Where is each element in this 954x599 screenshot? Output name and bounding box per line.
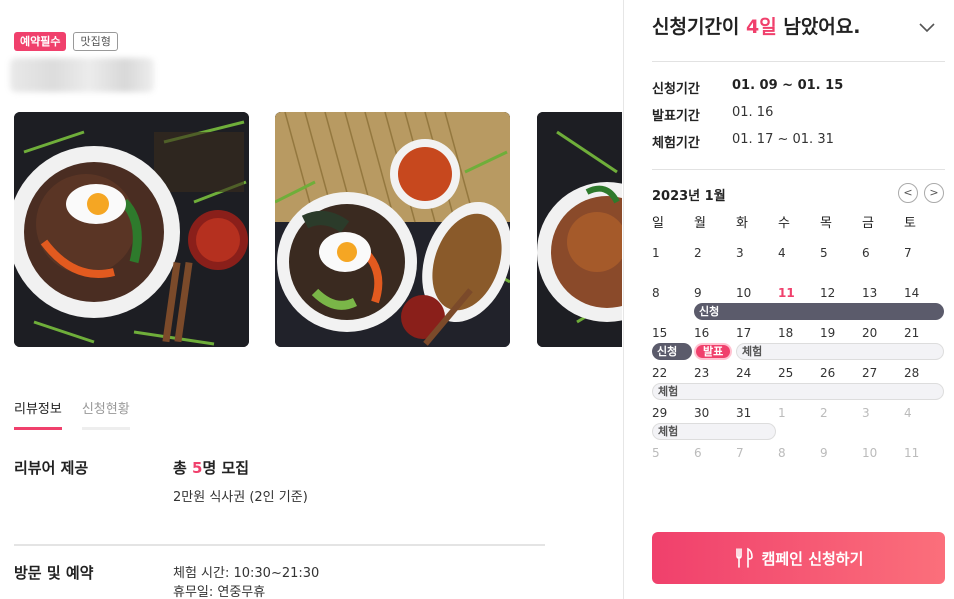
apply-campaign-label: 캠페인 신청하기 (761, 549, 864, 568)
calendar-day[interactable]: 2 (694, 246, 736, 260)
weekday-label: 화 (736, 216, 748, 231)
calendar-day[interactable]: 19 (820, 326, 862, 340)
calendar-week: 22 23 24 25 26 27 28 체험 (652, 362, 946, 402)
reservation-required-badge: 예약필수 (14, 32, 67, 51)
chevron-down-icon[interactable] (916, 16, 938, 38)
section-divider (14, 544, 545, 546)
calendar-week: 15 16 17 18 19 20 21 신청 발표 체험 (652, 322, 946, 362)
application-panel: 신청기간이 4일 남았어요. 신청기간 01. 09 ~ 01. 15 발표기간 0… (623, 0, 954, 599)
calendar-day[interactable]: 9 (694, 286, 736, 300)
calendar-day[interactable]: 4 (904, 406, 946, 420)
campaign-type-badge: 맛집형 (73, 32, 118, 51)
panel-divider (652, 61, 945, 62)
calendar-day[interactable]: 11 (904, 446, 946, 460)
calendar-weekdays: 일월화수목금토 (652, 212, 946, 242)
weekday-label: 수 (778, 216, 790, 231)
calendar-day[interactable]: 26 (820, 366, 862, 380)
calendar-day[interactable]: 20 (862, 326, 904, 340)
calendar-day[interactable]: 27 (862, 366, 904, 380)
calendar-day[interactable]: 30 (694, 406, 736, 420)
period-experience: 체험기간 01. 17 ~ 01. 31 (652, 132, 834, 151)
calendar-day[interactable]: 1 (778, 406, 820, 420)
calendar-day[interactable]: 14 (904, 286, 946, 300)
calendar-day[interactable]: 21 (904, 326, 946, 340)
calendar-day[interactable]: 29 (652, 406, 694, 420)
calendar-day[interactable]: 1 (652, 246, 694, 260)
calendar-day[interactable]: 8 (652, 286, 694, 300)
tab-review-info[interactable]: 리뷰정보 (14, 398, 62, 430)
fork-knife-icon (735, 547, 753, 568)
food-photo-1[interactable] (14, 112, 249, 347)
calendar-day[interactable]: 28 (904, 366, 946, 380)
calendar-day[interactable]: 15 (652, 326, 694, 340)
prev-month-button[interactable]: < (898, 183, 918, 203)
calendar-week: 8 9 10 11 12 13 14 신청 (652, 282, 946, 322)
announce-period-bar: 발표 (694, 343, 732, 360)
next-month-button[interactable]: > (924, 183, 944, 203)
reviewer-offer-label: 리뷰어 제공 (14, 459, 89, 477)
calendar-day[interactable]: 10 (736, 286, 778, 300)
apply-campaign-button[interactable]: 캠페인 신청하기 (652, 532, 945, 584)
calendar-day[interactable]: 6 (862, 246, 904, 260)
weekday-label: 일 (652, 216, 664, 231)
visit-hours: 체험 시간: 10:30~21:30 (173, 566, 320, 581)
calendar-day[interactable]: 18 (778, 326, 820, 340)
experience-period-bar: 체험 (652, 423, 776, 440)
detail-tabs: 리뷰정보 신청현황 (14, 398, 130, 430)
calendar-day[interactable]: 17 (736, 326, 778, 340)
apply-period-bar: 신청 (694, 303, 944, 320)
weekday-label: 토 (904, 216, 916, 231)
campaign-detail: 예약필수 맛집형 리뷰정보 신청현황 리뷰어 제공 총 5명 모집 2만원 식사… (0, 0, 622, 599)
period-apply: 신청기간 01. 09 ~ 01. 15 (652, 78, 844, 97)
tab-application-status[interactable]: 신청현황 (81, 398, 130, 430)
calendar-day[interactable]: 5 (652, 446, 694, 460)
calendar-day[interactable]: 11 (778, 286, 820, 300)
calendar-day[interactable]: 7 (904, 246, 946, 260)
calendar-day[interactable]: 16 (694, 326, 736, 340)
food-photo-2[interactable] (275, 112, 510, 347)
calendar-day[interactable]: 25 (778, 366, 820, 380)
calendar-day[interactable]: 8 (778, 446, 820, 460)
calendar-day[interactable]: 24 (736, 366, 778, 380)
experience-period-bar: 체험 (736, 343, 944, 360)
calendar-day[interactable]: 13 (862, 286, 904, 300)
calendar-day[interactable]: 31 (736, 406, 778, 420)
calendar-day[interactable]: 2 (820, 406, 862, 420)
campaign-badges: 예약필수 맛집형 (14, 32, 118, 51)
calendar-day[interactable]: 7 (736, 446, 778, 460)
recruit-count: 총 5명 모집 (173, 459, 250, 477)
calendar-day[interactable]: 6 (694, 446, 736, 460)
calendar-day[interactable]: 9 (820, 446, 862, 460)
calendar-day[interactable]: 3 (862, 406, 904, 420)
calendar-day[interactable]: 4 (778, 246, 820, 260)
calendar-day[interactable]: 12 (820, 286, 862, 300)
apply-period-bar: 신청 (652, 343, 692, 360)
calendar-week: 5 6 7 8 9 10 11 (652, 442, 946, 482)
deadline-headline: 신청기간이 4일 남았어요. (652, 16, 861, 38)
calendar-day[interactable]: 3 (736, 246, 778, 260)
weekday-label: 월 (694, 216, 706, 231)
panel-divider (652, 169, 945, 170)
calendar-day[interactable]: 22 (652, 366, 694, 380)
calendar-month: 2023년 1월 (652, 189, 726, 204)
period-announce: 발표기간 01. 16 (652, 105, 774, 124)
blurred-store-name (10, 58, 154, 92)
weekday-label: 금 (862, 216, 874, 231)
offer-detail: 2만원 식사권 (2인 기준) (173, 490, 308, 505)
visit-holiday: 휴무일: 연중무휴 (173, 585, 266, 599)
calendar-week: 1234567 (652, 242, 946, 282)
food-photo-3[interactable] (537, 112, 622, 347)
experience-period-bar: 체험 (652, 383, 944, 400)
calendar-day[interactable]: 23 (694, 366, 736, 380)
visit-label: 방문 및 예약 (14, 564, 94, 582)
weekday-label: 목 (820, 216, 832, 231)
calendar-day[interactable]: 5 (820, 246, 862, 260)
calendar-day[interactable]: 10 (862, 446, 904, 460)
calendar-week: 29 30 31 1 2 3 4 체험 (652, 402, 946, 442)
calendar: 일월화수목금토 1 2 3 4 5 6 7 8 9 10 11 12 13 14 신청 15 16 17 18 19 2… (652, 212, 946, 482)
